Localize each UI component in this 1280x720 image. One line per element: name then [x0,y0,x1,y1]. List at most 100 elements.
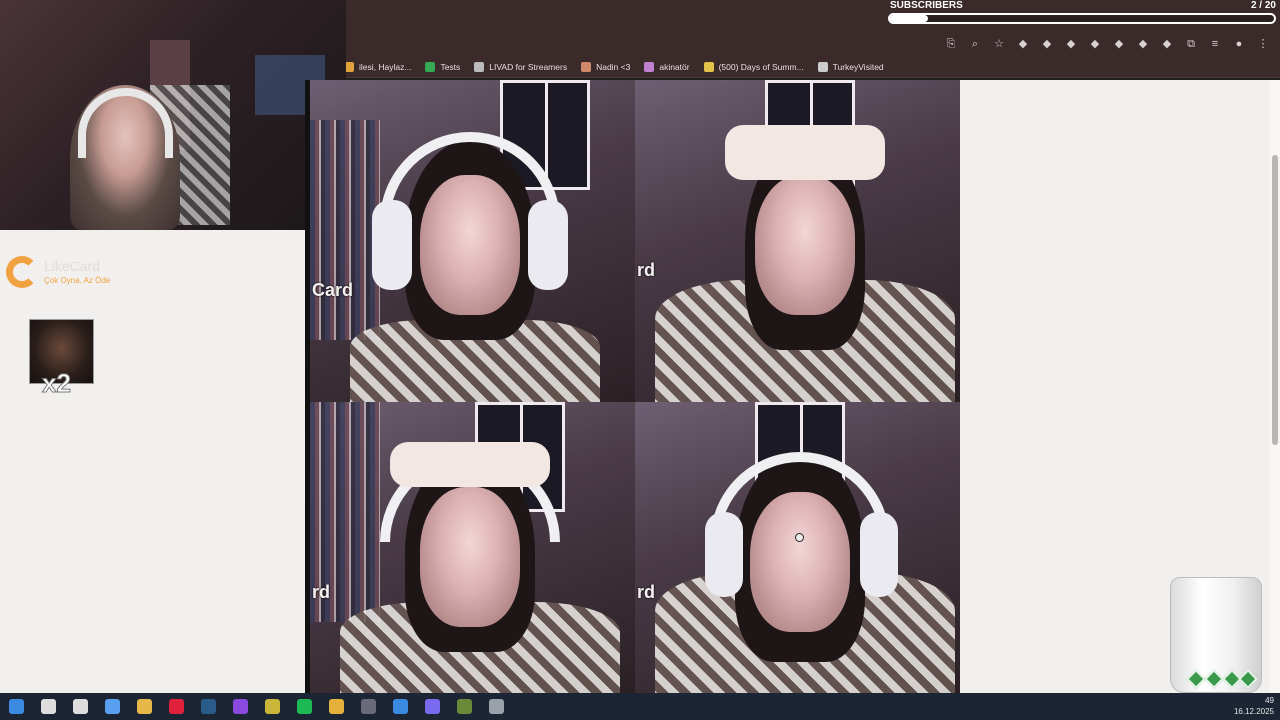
likecard-tag: rd [637,582,655,602]
headphone-cup-right [528,200,568,290]
taskbar: 49 16.12.2025 [0,693,1280,720]
game-icon [456,699,472,714]
scrollbar-thumb[interactable] [1272,155,1278,445]
collage-frame-3: rd [310,402,635,693]
bookmark-label: (500) Days of Summ... [718,61,804,72]
copilot-icon [104,699,120,714]
logo-subtitle: Çok Oyna, Az Öde [44,276,111,285]
profile-icon[interactable]: ● [1232,37,1246,51]
subscribers-label: SUBSCRIBERS [890,0,963,11]
hands-on-head [725,125,885,180]
headphone-cup-left [705,512,743,597]
playlist-icon[interactable]: ≡ [1208,37,1222,51]
headphone-cup-right [860,512,898,597]
ext-shield2-icon[interactable]: ◆ [1136,37,1150,51]
windows-start-icon [8,699,24,714]
film-icon [703,61,714,72]
zoom-icon[interactable]: ⌕ [968,37,982,51]
akinator-icon [644,61,655,72]
star-icon[interactable]: ☆ [992,37,1006,51]
windows-start-button[interactable] [0,693,32,720]
app-yellow-button[interactable] [256,693,288,720]
spotify-icon [296,699,312,714]
collage-frame-4: rd [635,402,960,693]
search-icon [40,699,56,714]
bookmark-label: Tests [440,61,461,72]
discord-icon [424,699,440,714]
ext-blue-icon[interactable]: ◆ [1016,37,1030,51]
steam-icon [200,699,216,714]
bookmark-item[interactable]: (500) Days of Summ... [703,61,804,72]
menu-icon[interactable]: ⋮ [1256,37,1270,51]
cursor-icon [795,533,804,542]
folder-button[interactable] [480,693,512,720]
likecard-logo: LikeCard Çok Oyna, Az Öde [6,256,126,292]
face [755,175,855,315]
ext-translate-icon[interactable]: ◆ [1112,37,1126,51]
bookmark-label: TurkeyVisited [832,61,884,72]
puzzle-icon[interactable]: ⧉ [1184,37,1198,51]
scrollbar-track[interactable] [1270,80,1280,693]
ext-shield-icon[interactable]: ◆ [1064,37,1078,51]
bookmark-item[interactable]: LIVAD for Streamers [474,61,567,72]
likecard-logo-icon [6,256,38,288]
folder-icon [488,699,504,714]
file-explorer-icon [136,699,152,714]
bookmark-item[interactable]: akinatör [644,61,690,72]
obs-icon [360,699,376,714]
file-explorer-button[interactable] [128,693,160,720]
jar-item-icon [1204,669,1224,689]
search-button[interactable] [32,693,64,720]
bookmark-item[interactable]: Nadin <3 [581,61,631,72]
ext-record-icon[interactable]: ◆ [1088,37,1102,51]
collage-frame-1: Card [310,80,635,402]
ext-box-icon[interactable]: ◆ [1160,37,1174,51]
desktop: SUBSCRIBERS 2 / 20 ⎘ ⌕ ☆ ◆ ◆ ◆ ◆ ◆ ◆ ◆ ⧉ ≡ ● ⋮ ilesi,… [0,0,1280,720]
app-yellow-icon [264,699,280,714]
jar-overlay [1170,577,1262,693]
likecard-tag: rd [312,582,330,602]
task-view-button[interactable] [64,693,96,720]
taskbar-clock[interactable]: 49 16.12.2025 [1234,695,1274,717]
ext-red-icon[interactable]: ◆ [1040,37,1054,51]
sheets-icon [425,61,436,72]
twitch-button[interactable] [224,693,256,720]
discord-button[interactable] [416,693,448,720]
twitch-icon [232,699,248,714]
bookmark-item[interactable]: TurkeyVisited [817,61,884,72]
task-view-icon [72,699,88,714]
likecard-tag: Card [312,280,354,300]
subscribers-goal: SUBSCRIBERS 2 / 20 [886,0,1280,30]
cast-icon[interactable]: ⎘ [944,37,958,51]
multiplier-label: x2 [42,368,72,399]
reaction-collage: Card rd rd rd [305,80,960,693]
collage-frame-2: rd [635,80,960,402]
spotify-button[interactable] [288,693,320,720]
chrome-alt-icon [392,699,408,714]
bookmark-label: ilesi, Haylaz... [359,61,412,72]
subscribers-progress-fill [890,15,929,22]
steam-button[interactable] [192,693,224,720]
bookmarks-bar: ilesi, Haylaz... Tests LIVAD for Streamers… [340,56,1280,78]
bookmark-item[interactable]: ilesi, Haylaz... [344,61,412,72]
game-button[interactable] [448,693,480,720]
livad-icon [474,61,485,72]
bookmark-item[interactable]: Tests [425,61,461,72]
subscribers-count: 2 / 20 [1250,0,1276,11]
bookmark-label: akinatör [659,61,690,72]
left-panel: LikeCard Çok Oyna, Az Öde x2 [0,230,305,693]
opera-icon [168,699,184,714]
clock-time: 49 [1265,696,1274,705]
jar-item-icon [1186,669,1206,689]
chrome-button[interactable] [320,693,352,720]
subscribers-progress-bar [888,13,1276,24]
chrome-alt-button[interactable] [384,693,416,720]
opera-button[interactable] [160,693,192,720]
hands-on-head [390,442,550,487]
headphone-cup-left [372,200,412,290]
bookmark-label: Nadin <3 [596,61,631,72]
nadin-icon [581,61,592,72]
obs-button[interactable] [352,693,384,720]
webcam-feed [0,0,346,230]
copilot-button[interactable] [96,693,128,720]
